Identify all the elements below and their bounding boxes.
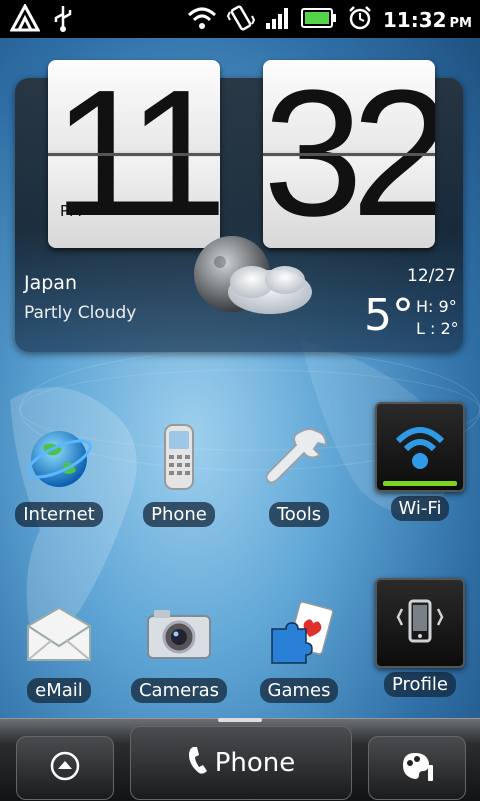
globe-icon bbox=[21, 420, 97, 496]
envelope-icon bbox=[21, 596, 97, 672]
vibrate-icon bbox=[226, 4, 255, 36]
app-label: Internet bbox=[15, 502, 103, 527]
alarm-icon bbox=[347, 5, 373, 35]
flip-divider bbox=[263, 153, 435, 156]
clock-minutes-card[interactable]: 32 bbox=[263, 60, 435, 248]
personalize-icon bbox=[399, 749, 435, 787]
weather-condition: Partly Cloudy bbox=[24, 303, 137, 323]
app-profile[interactable]: Profile bbox=[365, 578, 475, 697]
app-label: Cameras bbox=[130, 678, 227, 703]
phone-icon bbox=[187, 745, 209, 782]
playing-cards-puzzle-icon bbox=[261, 596, 337, 672]
flip-divider bbox=[48, 153, 220, 156]
app-label: Profile bbox=[384, 672, 456, 697]
app-label: eMail bbox=[27, 678, 91, 703]
status-bar: 11:32 PM bbox=[0, 0, 480, 38]
wrench-icon bbox=[261, 420, 337, 496]
app-label: Wi-Fi bbox=[390, 496, 450, 521]
weather-city: Japan bbox=[24, 272, 77, 294]
cell-signal-icon bbox=[265, 6, 291, 34]
weather-low: L : 2° bbox=[416, 319, 459, 338]
clock-ampm: PM bbox=[60, 202, 82, 220]
app-wifi-toggle[interactable]: Wi-Fi bbox=[365, 402, 475, 521]
phone-button[interactable]: Phone bbox=[130, 726, 352, 800]
phone-handset-icon bbox=[141, 420, 217, 496]
app-label: Tools bbox=[268, 502, 330, 527]
app-cameras[interactable]: Cameras bbox=[124, 596, 234, 703]
usb-icon bbox=[52, 4, 74, 36]
camera-icon bbox=[141, 596, 217, 672]
phone-button-label: Phone bbox=[214, 748, 296, 778]
clock-hours-card[interactable]: 11 PM bbox=[48, 60, 220, 248]
wifi-signal-icon bbox=[187, 5, 217, 35]
app-games[interactable]: Games bbox=[244, 596, 354, 703]
profile-vibrate-icon bbox=[375, 578, 465, 668]
personalize-button[interactable] bbox=[368, 736, 466, 800]
wifi-status-bar bbox=[383, 481, 457, 486]
all-apps-button[interactable] bbox=[16, 736, 114, 800]
app-email[interactable]: eMail bbox=[4, 596, 114, 703]
wifi-toggle-icon bbox=[375, 402, 465, 492]
weather-high: H: 9° bbox=[416, 297, 457, 316]
app-phone[interactable]: Phone bbox=[124, 420, 234, 527]
partly-cloudy-night-icon bbox=[190, 232, 312, 314]
app-label: Games bbox=[259, 678, 339, 703]
app-internet[interactable]: Internet bbox=[4, 420, 114, 527]
battery-icon bbox=[300, 7, 337, 33]
app-label: Phone bbox=[143, 502, 215, 527]
weather-temperature: 5° bbox=[364, 290, 414, 341]
up-arrow-icon bbox=[49, 750, 81, 786]
status-clock: 11:32 PM bbox=[382, 8, 472, 32]
app-tools[interactable]: Tools bbox=[244, 420, 354, 527]
weather-date: 12/27 bbox=[407, 266, 456, 286]
warning-icon bbox=[9, 2, 41, 36]
weather-high-low: H: 9° L : 2° bbox=[416, 296, 459, 340]
dock-handle[interactable] bbox=[218, 718, 262, 722]
